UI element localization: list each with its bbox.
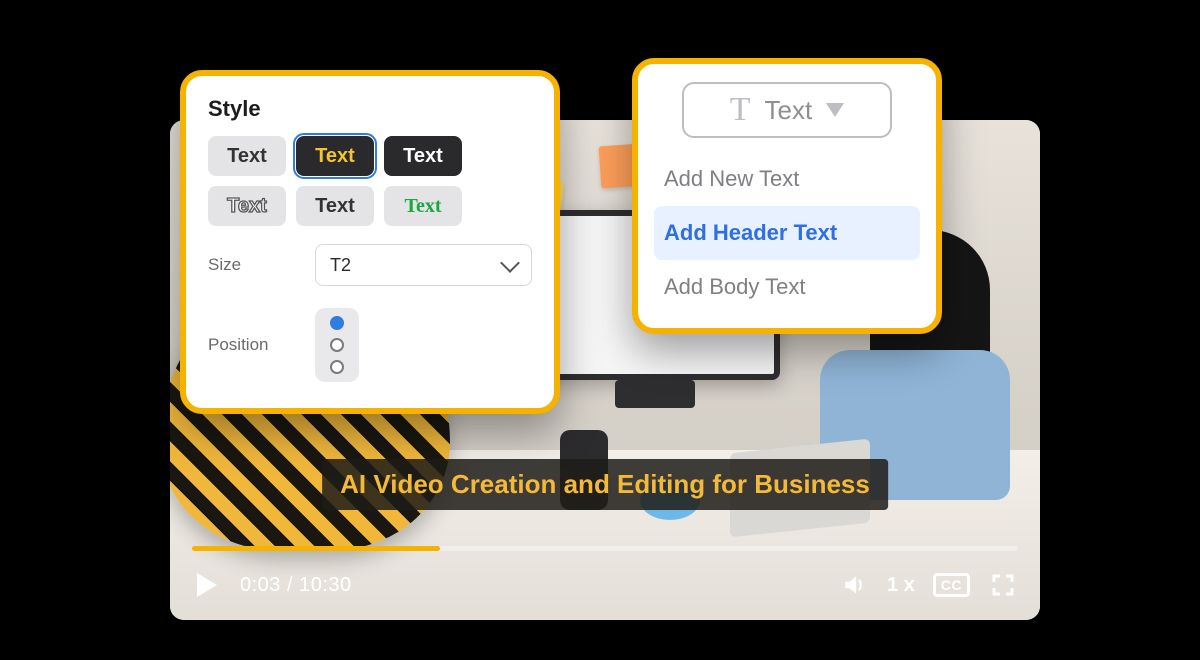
size-value: T2 — [330, 255, 351, 276]
caret-down-icon — [826, 103, 844, 117]
closed-captions-button[interactable]: CC — [933, 573, 970, 597]
position-option-middle[interactable] — [330, 338, 344, 352]
play-button[interactable] — [192, 570, 222, 600]
position-option-bottom[interactable] — [330, 360, 344, 374]
time-current: 0:03 — [240, 574, 281, 596]
text-menu-item-0[interactable]: Add New Text — [654, 152, 920, 206]
size-label: Size — [208, 255, 293, 275]
video-caption: AI Video Creation and Editing for Busine… — [322, 459, 888, 510]
time-total: 10:30 — [299, 574, 352, 596]
style-swatch-4[interactable]: Text — [296, 186, 374, 226]
time-display: 0:03 / 10:30 — [240, 574, 352, 597]
style-swatch-5[interactable]: Text — [384, 186, 462, 226]
fullscreen-icon — [991, 573, 1015, 597]
video-controls: 0:03 / 10:30 1 x CC — [170, 534, 1040, 620]
style-swatch-0[interactable]: Text — [208, 136, 286, 176]
playback-speed[interactable]: 1 x — [887, 574, 915, 597]
size-select[interactable]: T2 — [315, 244, 532, 286]
text-icon: T — [730, 91, 751, 129]
volume-icon — [841, 572, 867, 598]
position-option-top[interactable] — [330, 316, 344, 330]
style-swatch-3[interactable]: Text — [208, 186, 286, 226]
text-menu-item-2[interactable]: Add Body Text — [654, 260, 920, 314]
volume-button[interactable] — [839, 570, 869, 600]
progress-bar[interactable] — [192, 546, 1018, 551]
text-popover: T Text Add New Text Add Header Text Add … — [632, 58, 942, 334]
style-swatch-1[interactable]: Text — [296, 136, 374, 176]
fullscreen-button[interactable] — [988, 570, 1018, 600]
text-dropdown-trigger[interactable]: T Text — [682, 82, 892, 138]
text-menu-item-1[interactable]: Add Header Text — [654, 206, 920, 260]
position-label: Position — [208, 335, 293, 355]
style-swatches: Text Text Text Text Text Text — [208, 136, 532, 226]
position-selector — [315, 308, 359, 382]
style-swatch-2[interactable]: Text — [384, 136, 462, 176]
style-panel: Style Text Text Text Text Text Text Size… — [180, 70, 560, 414]
style-panel-title: Style — [208, 96, 532, 122]
play-icon — [197, 573, 217, 597]
chevron-down-icon — [500, 253, 520, 273]
text-dropdown-label: Text — [765, 95, 813, 126]
